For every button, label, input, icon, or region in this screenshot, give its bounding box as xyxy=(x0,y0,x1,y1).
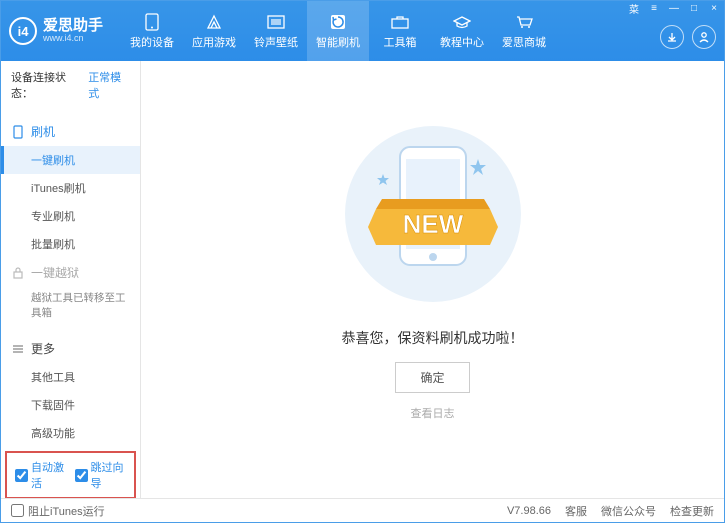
update-link[interactable]: 检查更新 xyxy=(670,503,714,519)
success-illustration: NEW xyxy=(338,119,528,312)
nav-label: 爱思商城 xyxy=(502,34,546,50)
conn-mode: 正常模式 xyxy=(88,69,130,101)
sidebar-item-batch-flash[interactable]: 批量刷机 xyxy=(1,230,140,258)
nav-label: 我的设备 xyxy=(130,34,174,50)
toolbox-icon xyxy=(390,13,410,31)
download-button[interactable] xyxy=(660,25,684,49)
nav-toolbox[interactable]: 工具箱 xyxy=(369,1,431,61)
view-log-link[interactable]: 查看日志 xyxy=(411,405,455,421)
sidebar-item-one-click-flash[interactable]: 一键刷机 xyxy=(1,146,140,174)
flash-icon xyxy=(11,125,25,139)
maximize-button[interactable]: □ xyxy=(684,1,704,15)
lock-icon xyxy=(11,267,25,279)
version-label: V7.98.66 xyxy=(507,505,551,517)
minimize-button[interactable]: — xyxy=(664,1,684,15)
close-button[interactable]: × xyxy=(704,1,724,15)
menu-button[interactable]: 菜 xyxy=(624,1,644,15)
brand-title: 爱思助手 xyxy=(43,18,103,35)
checkbox-label: 阻止iTunes运行 xyxy=(28,503,105,519)
nav-ringtones[interactable]: 铃声壁纸 xyxy=(245,1,307,61)
nav-label: 教程中心 xyxy=(440,34,484,50)
checkbox-label: 自动激活 xyxy=(31,459,67,491)
section-label: 刷机 xyxy=(31,123,55,140)
support-link[interactable]: 客服 xyxy=(565,503,587,519)
nav-smart-flash[interactable]: 智能刷机 xyxy=(307,1,369,61)
section-label: 更多 xyxy=(31,340,55,357)
sidebar-more-head[interactable]: 更多 xyxy=(1,334,140,363)
wechat-link[interactable]: 微信公众号 xyxy=(601,503,656,519)
phone-icon xyxy=(142,13,162,31)
status-bar: 阻止iTunes运行 V7.98.66 客服 微信公众号 检查更新 xyxy=(1,498,724,522)
nav-label: 铃声壁纸 xyxy=(254,34,298,50)
block-itunes-checkbox[interactable]: 阻止iTunes运行 xyxy=(11,503,105,519)
window-controls: 菜 ≡ — □ × xyxy=(624,1,724,15)
sidebar-item-other-tools[interactable]: 其他工具 xyxy=(1,363,140,391)
skip-guide-checkbox[interactable]: 跳过向导 xyxy=(75,459,127,491)
section-label: 一键越狱 xyxy=(31,264,79,281)
logo-icon: i4 xyxy=(9,17,37,45)
brand-block: i4 爱思助手 www.i4.cn xyxy=(9,17,103,45)
success-message: 恭喜您，保资料刷机成功啦！ xyxy=(342,328,524,348)
sidebar-item-advanced[interactable]: 高级功能 xyxy=(1,419,140,447)
confirm-button[interactable]: 确定 xyxy=(395,362,469,393)
apps-icon xyxy=(204,13,224,31)
svg-text:NEW: NEW xyxy=(402,209,463,239)
cart-icon xyxy=(514,13,534,31)
jailbreak-note: 越狱工具已转移至工具箱 xyxy=(1,287,140,326)
list-button[interactable]: ≡ xyxy=(644,1,664,15)
brand-url: www.i4.cn xyxy=(43,34,103,44)
flash-options-box: 自动激活 跳过向导 xyxy=(5,451,136,498)
connection-status: 设备连接状态： 正常模式 xyxy=(1,61,140,109)
sidebar-item-itunes-flash[interactable]: iTunes刷机 xyxy=(1,174,140,202)
top-nav: 我的设备 应用游戏 铃声壁纸 智能刷机 工具箱 教程中心 xyxy=(121,1,555,61)
nav-apps[interactable]: 应用游戏 xyxy=(183,1,245,61)
nav-my-device[interactable]: 我的设备 xyxy=(121,1,183,61)
graduate-icon xyxy=(452,13,472,31)
refresh-icon xyxy=(328,13,348,31)
conn-label: 设备连接状态： xyxy=(11,69,84,101)
sidebar-item-pro-flash[interactable]: 专业刷机 xyxy=(1,202,140,230)
nav-label: 应用游戏 xyxy=(192,34,236,50)
nav-label: 工具箱 xyxy=(384,34,417,50)
more-icon xyxy=(11,344,25,354)
sidebar-item-download-firmware[interactable]: 下载固件 xyxy=(1,391,140,419)
wallpaper-icon xyxy=(266,13,286,31)
sidebar-jailbreak-head[interactable]: 一键越狱 xyxy=(1,258,140,287)
user-button[interactable] xyxy=(692,25,716,49)
auto-activate-checkbox[interactable]: 自动激活 xyxy=(15,459,67,491)
main-content: NEW 恭喜您，保资料刷机成功啦！ 确定 查看日志 xyxy=(141,61,724,498)
nav-store[interactable]: 爱思商城 xyxy=(493,1,555,61)
sidebar-flash-head[interactable]: 刷机 xyxy=(1,117,140,146)
checkbox-label: 跳过向导 xyxy=(91,459,127,491)
nav-label: 智能刷机 xyxy=(316,34,360,50)
app-header: i4 爱思助手 www.i4.cn 我的设备 应用游戏 铃声壁纸 智能刷机 xyxy=(1,1,724,61)
nav-tutorials[interactable]: 教程中心 xyxy=(431,1,493,61)
sidebar: 设备连接状态： 正常模式 刷机 一键刷机 iTunes刷机 专业刷机 批量刷机 … xyxy=(1,61,141,498)
